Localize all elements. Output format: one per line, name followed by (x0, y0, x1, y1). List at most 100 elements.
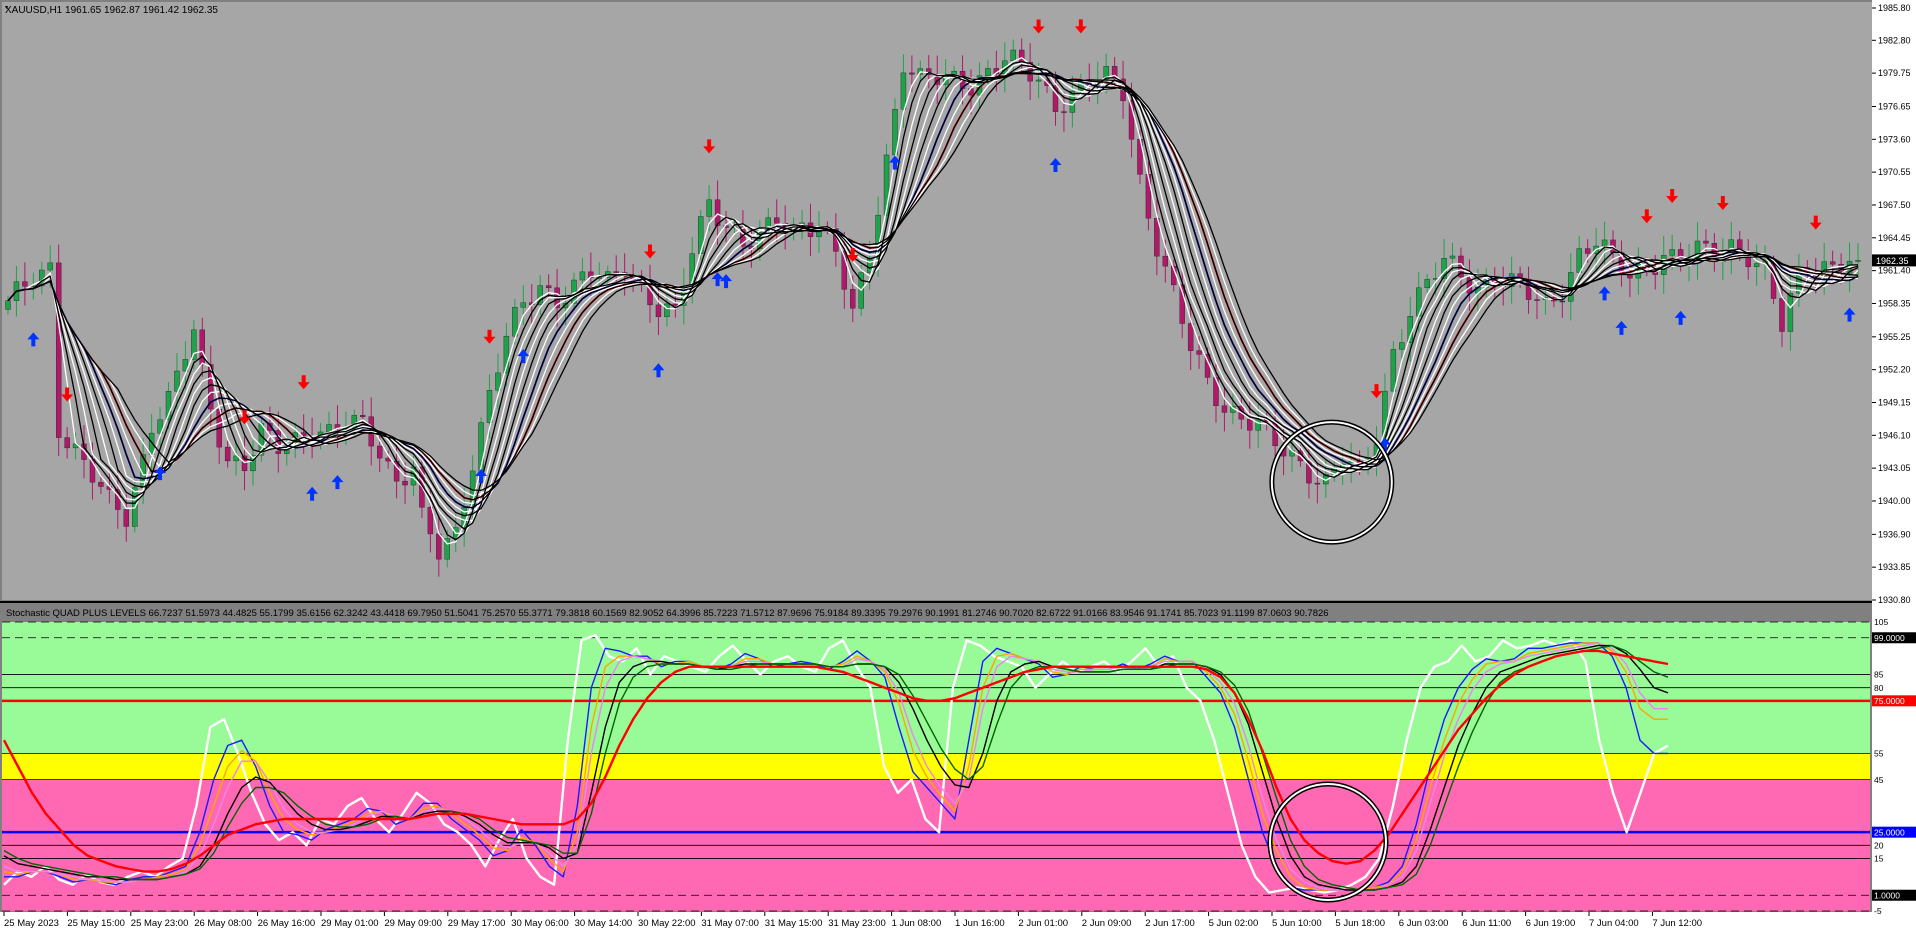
candle-body (1407, 316, 1413, 343)
candle-body (22, 281, 28, 287)
price-tick-label: 1967.50 (1878, 200, 1911, 210)
indicator-zones (2, 622, 1870, 911)
price-tick-label: 1958.35 (1878, 298, 1911, 308)
candle-body (1424, 279, 1430, 289)
candle-body (1703, 240, 1709, 244)
time-tick-label: 25 May 23:00 (131, 918, 189, 929)
candle-body (1534, 299, 1540, 301)
candle-body (909, 72, 915, 75)
time-tick-label: 25 May 2023 (4, 918, 59, 929)
trading-chart[interactable]: 105 99.0000 85 80 75.0000 55 45 25.0000 20 15 1.00… (0, 0, 1916, 933)
level-label: 105 (1874, 617, 1888, 627)
time-tick-label: 29 May 01:00 (321, 918, 379, 929)
time-tick-label: 26 May 16:00 (258, 918, 316, 929)
time-tick-label: 5 Jun 10:00 (1272, 918, 1322, 929)
level-label: 25.0000 (1874, 827, 1905, 837)
time-tick-label: 31 May 15:00 (765, 918, 823, 929)
candle-body (402, 480, 408, 486)
level-label: -5 (1874, 906, 1882, 916)
candle-body (376, 445, 383, 459)
candle-body (1779, 298, 1785, 332)
time-tick-label: 6 Jun 03:00 (1399, 918, 1449, 929)
time-tick-label: 7 Jun 12:00 (1652, 918, 1702, 929)
candle-body (1196, 350, 1202, 355)
time-tick-label: 1 Jun 08:00 (892, 918, 942, 929)
candle-body (1255, 419, 1261, 431)
candle-body (1035, 79, 1042, 82)
level-label: 80 (1874, 683, 1884, 693)
price-tick-label: 1952.20 (1878, 365, 1911, 375)
candle-body (900, 72, 907, 110)
price-tick-label: 1961.40 (1878, 266, 1911, 276)
price-tick-label: 1936.90 (1878, 529, 1911, 539)
time-tick-label: 29 May 17:00 (448, 918, 506, 929)
time-tick-label: 31 May 23:00 (828, 918, 886, 929)
time-tick-label: 7 Jun 04:00 (1589, 918, 1639, 929)
price-tick-label: 1933.85 (1878, 562, 1911, 572)
candle-body (1576, 248, 1582, 273)
price-tick-label: 1976.65 (1878, 101, 1911, 111)
time-tick-label: 31 May 07:00 (701, 918, 759, 929)
candle-body (579, 271, 586, 281)
price-tick-label: 1955.25 (1878, 332, 1911, 342)
indicator-zone (2, 700, 1870, 754)
price-tick-label: 1943.05 (1878, 463, 1911, 473)
time-tick-label: 30 May 22:00 (638, 918, 696, 929)
price-tick-label: 1979.75 (1878, 68, 1911, 78)
candle-body (47, 262, 53, 271)
candle-body (1061, 111, 1067, 113)
candle-body (706, 199, 712, 217)
candle-body (1584, 248, 1591, 254)
candle-body (520, 302, 526, 308)
candle-body (1221, 405, 1228, 413)
candle-body (1449, 255, 1456, 259)
candle-body (1855, 260, 1861, 262)
candle-body (1753, 263, 1760, 267)
candle-body (1390, 349, 1397, 392)
time-tick-label: 2 Jun 09:00 (1082, 918, 1132, 929)
level-label: 99.0000 (1874, 633, 1905, 643)
candle-body (98, 482, 104, 487)
candle-body (1247, 418, 1253, 431)
candle-body (1669, 249, 1675, 256)
time-tick-label: 5 Jun 18:00 (1335, 918, 1385, 929)
candle-body (664, 303, 670, 318)
time-tick-label: 2 Jun 01:00 (1018, 918, 1068, 929)
level-label: 85 (1874, 670, 1884, 680)
candle-body (64, 437, 70, 449)
candle-body (850, 289, 856, 309)
candle-body (613, 271, 619, 273)
time-tick-label: 6 Jun 19:00 (1526, 918, 1576, 929)
candle-body (436, 533, 442, 560)
indicator-title-label: Stochastic QUAD PLUS LEVELS 66.7237 51.5… (6, 608, 1329, 619)
candle-body (774, 217, 780, 224)
candle-body (1559, 300, 1566, 303)
time-tick-label: 29 May 09:00 (384, 918, 442, 929)
candle-body (123, 509, 129, 527)
candle-body (512, 307, 518, 337)
candle-body (1787, 292, 1794, 332)
chart-symbol-label: XAUUSD,H1 1961.65 1962.87 1961.42 1962.3… (5, 5, 218, 16)
candle-body (1399, 342, 1405, 350)
price-tick-label: 1940.00 (1878, 496, 1911, 506)
level-label: 75.0000 (1874, 696, 1905, 706)
time-tick-label: 26 May 08:00 (194, 918, 252, 929)
candle-body (1010, 49, 1016, 62)
time-tick-label: 1 Jun 16:00 (955, 918, 1005, 929)
price-tick-label: 1973.60 (1878, 134, 1911, 144)
price-tick-label: 1964.45 (1878, 233, 1911, 243)
current-price-label: 1962.35 (1876, 256, 1909, 266)
candle-body (1018, 49, 1025, 63)
time-tick-label: 25 May 15:00 (67, 918, 125, 929)
price-tick-label: 1985.80 (1878, 3, 1911, 13)
level-label: 55 (1874, 749, 1884, 759)
candle-body (1829, 261, 1836, 265)
candle-body (1314, 482, 1321, 485)
candle-body (360, 415, 366, 417)
candle-body (1601, 239, 1608, 247)
time-tick-label: 6 Jun 11:00 (1462, 918, 1511, 929)
time-tick-label: 30 May 06:00 (511, 918, 569, 929)
candle-body (478, 422, 484, 472)
candle-body (1162, 255, 1169, 267)
candle-body (486, 389, 493, 423)
